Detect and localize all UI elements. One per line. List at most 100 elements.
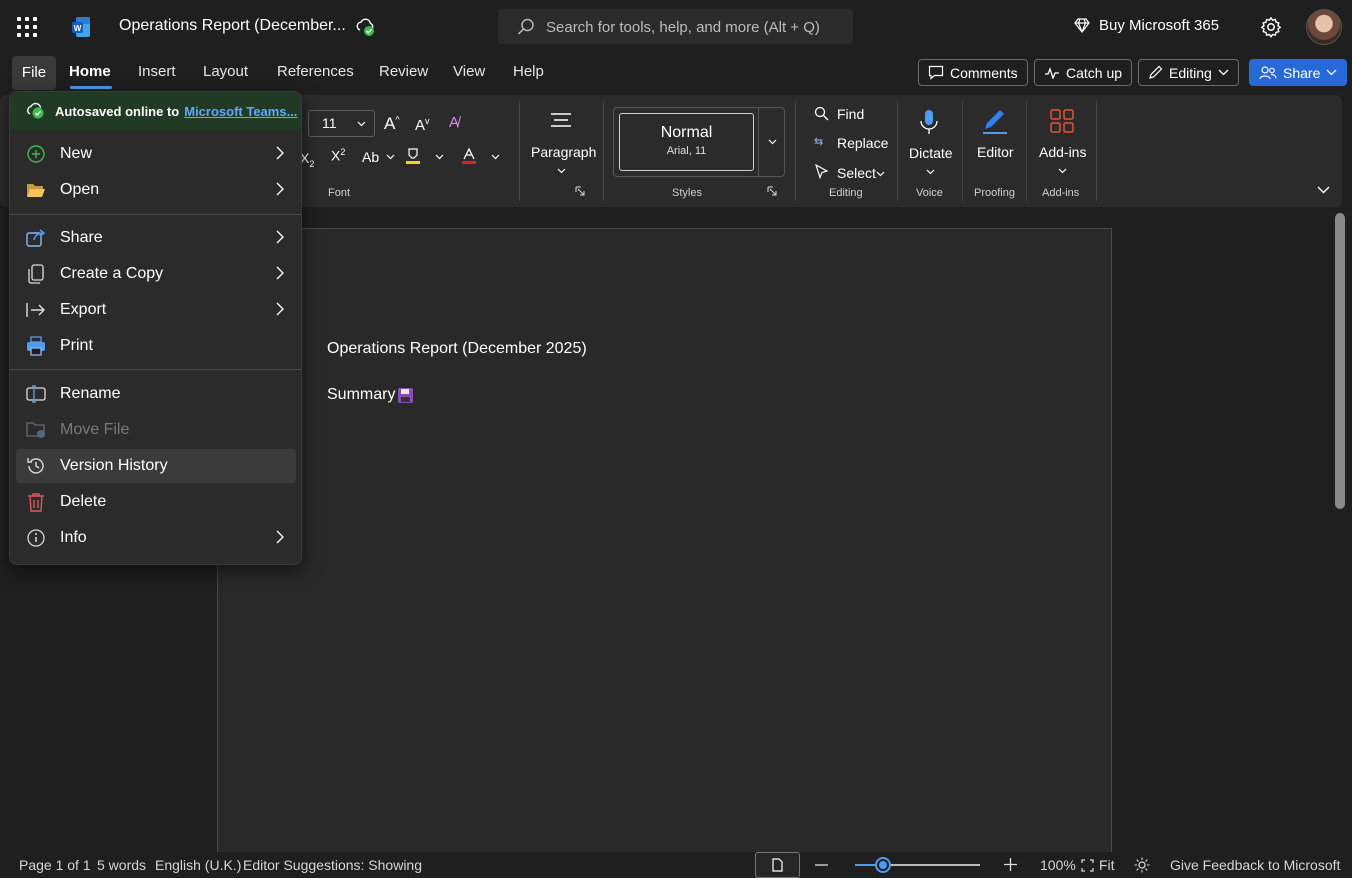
chevron-right-icon <box>276 266 284 280</box>
file-menu-create-copy[interactable]: Create a Copy <box>16 257 296 291</box>
find-icon <box>814 106 829 121</box>
comments-button[interactable]: Comments <box>918 59 1028 86</box>
highlighter-icon[interactable] <box>404 147 422 165</box>
app-launcher-icon[interactable] <box>17 17 37 37</box>
chevron-down-icon <box>1326 69 1337 76</box>
menu-item-label: Create a Copy <box>60 265 164 282</box>
zoom-in-icon[interactable] <box>1004 858 1017 871</box>
diamond-icon <box>1074 18 1090 33</box>
subscript-icon[interactable]: X2 <box>300 150 314 169</box>
fit-button[interactable]: Fit <box>1099 857 1115 873</box>
document-heading[interactable]: Operations Report (December 2025) <box>327 340 587 358</box>
ribbon-tabs: File Home Insert Layout References Revie… <box>0 56 1352 90</box>
styles-gallery[interactable]: Normal Arial, 11 <box>613 107 785 177</box>
menu-item-label: Delete <box>60 493 107 510</box>
document-summary-line[interactable]: Summary <box>327 386 414 404</box>
file-menu-share[interactable]: Share <box>16 221 296 255</box>
tab-insert[interactable]: Insert <box>138 63 176 80</box>
menu-divider <box>10 214 301 215</box>
select-button[interactable]: Select <box>837 165 876 181</box>
tab-home[interactable]: Home <box>69 63 111 80</box>
editing-mode-button[interactable]: Editing <box>1138 59 1239 86</box>
expand-ribbon-chevron-icon[interactable] <box>1317 186 1330 194</box>
paragraph-icon[interactable] <box>550 112 572 130</box>
editor-suggestions-status[interactable]: Editor Suggestions: Showing <box>243 857 422 873</box>
file-menu-rename[interactable]: Rename <box>16 377 296 411</box>
dialog-launcher-icon[interactable] <box>575 186 585 196</box>
grow-font-icon[interactable]: A^ <box>384 114 400 134</box>
tab-layout[interactable]: Layout <box>203 63 248 80</box>
autosave-location-link[interactable]: Microsoft Teams... <box>184 104 297 119</box>
dialog-launcher-icon[interactable] <box>767 186 777 196</box>
chevron-down-icon <box>1058 168 1067 174</box>
ribbon-separator <box>962 101 963 201</box>
zoom-slider[interactable] <box>855 864 980 866</box>
chevron-down-icon[interactable] <box>768 139 777 145</box>
file-menu-delete[interactable]: Delete <box>16 485 296 519</box>
chevron-down-icon[interactable] <box>491 154 500 160</box>
ribbon-separator <box>897 101 898 201</box>
file-menu-version-history[interactable]: Version History <box>16 449 296 483</box>
give-feedback-link[interactable]: Give Feedback to Microsoft <box>1170 857 1340 873</box>
tab-review[interactable]: Review <box>379 63 428 80</box>
zoom-slider-thumb[interactable] <box>874 857 891 873</box>
chevron-down-icon[interactable] <box>435 154 444 160</box>
document-page[interactable]: Operations Report (December 2025) Summar… <box>217 228 1112 868</box>
dictate-button[interactable]: Dictate <box>909 145 953 161</box>
editor-button[interactable]: Editor <box>977 144 1014 160</box>
font-size-select[interactable]: 11 <box>308 110 375 137</box>
title-bar: W Operations Report (December... Buy Mic… <box>0 0 1352 54</box>
superscript-icon[interactable]: X2 <box>331 147 345 164</box>
clear-formatting-icon[interactable]: A̸ <box>449 114 459 131</box>
brightness-icon[interactable] <box>1134 857 1150 873</box>
chevron-right-icon <box>276 182 284 196</box>
paragraph-button[interactable]: Paragraph <box>531 144 596 160</box>
language-indicator[interactable]: English (U.K.) <box>155 857 241 873</box>
zoom-level[interactable]: 100% <box>1040 857 1076 873</box>
add-ins-button[interactable]: Add-ins <box>1039 144 1086 160</box>
replace-button[interactable]: Replace <box>837 135 888 151</box>
change-case-icon[interactable]: Ab <box>362 149 379 165</box>
chevron-right-icon <box>276 230 284 244</box>
catch-up-button[interactable]: Catch up <box>1034 59 1133 86</box>
search-box[interactable] <box>498 9 853 44</box>
share-button[interactable]: Share <box>1249 59 1348 86</box>
file-menu-new[interactable]: New <box>16 137 296 171</box>
buy-microsoft-365-button[interactable]: Buy Microsoft 365 <box>1074 17 1219 34</box>
word-logo-icon: W <box>72 17 90 37</box>
document-title[interactable]: Operations Report (December... <box>119 17 346 35</box>
status-bar: Page 1 of 1 5 words English (U.K.) Edito… <box>0 852 1352 878</box>
file-menu-open[interactable]: Open <box>16 173 296 207</box>
file-menu-export[interactable]: Export <box>16 293 296 327</box>
editor-pen-icon <box>983 110 1007 134</box>
tab-references[interactable]: References <box>277 63 354 80</box>
chevron-down-icon <box>926 169 935 175</box>
menu-divider <box>10 369 301 370</box>
find-button[interactable]: Find <box>837 106 864 122</box>
autosave-label: Autosaved online to <box>55 103 180 119</box>
zoom-out-icon[interactable] <box>815 864 828 866</box>
menu-item-label: New <box>60 145 93 162</box>
plus-circle-icon <box>25 143 47 165</box>
vertical-scrollbar[interactable] <box>1335 213 1345 509</box>
tab-view[interactable]: View <box>453 63 485 80</box>
tab-help[interactable]: Help <box>513 63 544 80</box>
file-menu-print[interactable]: Print <box>16 329 296 363</box>
settings-gear-icon[interactable] <box>1260 16 1282 38</box>
font-color-icon[interactable] <box>460 147 478 165</box>
tab-file[interactable]: File <box>12 56 56 90</box>
font-group-label: Font <box>328 187 351 199</box>
cloud-saved-icon[interactable] <box>355 17 377 37</box>
shrink-font-icon[interactable]: Av <box>415 116 430 134</box>
file-menu-info[interactable]: Info <box>16 521 296 555</box>
chevron-down-icon[interactable] <box>386 154 395 160</box>
word-count[interactable]: 5 words <box>97 857 146 873</box>
style-normal[interactable]: Normal Arial, 11 <box>619 113 754 171</box>
style-name: Normal <box>660 124 713 141</box>
menu-item-label: Print <box>60 337 93 354</box>
chevron-down-icon <box>1218 69 1229 76</box>
search-input[interactable] <box>546 16 841 38</box>
print-layout-view-button[interactable] <box>755 852 800 878</box>
user-avatar[interactable] <box>1306 9 1342 45</box>
printer-icon <box>25 335 47 357</box>
